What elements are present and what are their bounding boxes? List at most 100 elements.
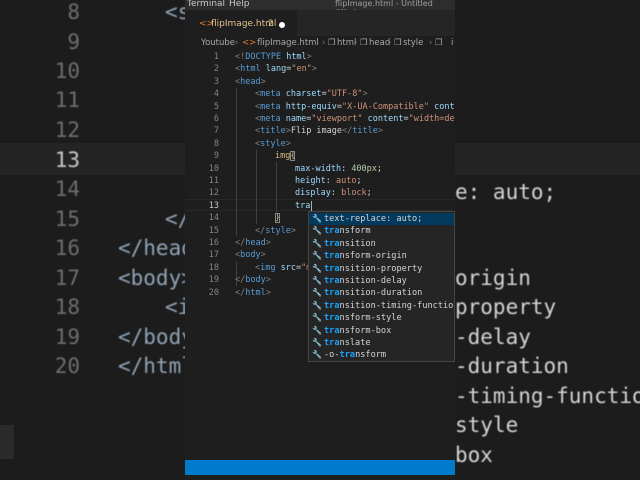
bg-line-number: 16 xyxy=(54,236,80,260)
line-number: 12 xyxy=(208,188,219,199)
bg-scroll-block xyxy=(0,425,14,459)
bg-code-text: </body xyxy=(118,325,194,349)
line-number: 13 xyxy=(208,200,219,211)
code-line-4: <meta charset="UTF-8"> xyxy=(255,89,368,100)
line-number: 18 xyxy=(208,262,219,273)
suggestion-item[interactable]: 🔧 transform-origin xyxy=(309,250,454,262)
line-number: 4 xyxy=(213,89,219,100)
bg-right-text: e: auto; xyxy=(455,180,557,204)
bg-line-number: 18 xyxy=(54,295,80,319)
symbol-icon: ❒ xyxy=(394,38,402,48)
code-line-17: <body> xyxy=(235,250,266,261)
code-line-20: </html> xyxy=(235,287,271,298)
line-number: 11 xyxy=(208,176,219,186)
suggestion-item[interactable]: 🔧 transform-box xyxy=(309,325,454,337)
code-line-1: <!DOCTYPE html> xyxy=(235,52,312,62)
html-file-icon: <> xyxy=(242,38,257,48)
suggestion-widget: 🔧 text-replace: auto; 🔧 transform 🔧 transit… xyxy=(308,211,455,362)
code-line-7: <title>Flip image</title> xyxy=(255,126,383,137)
code-line-15: </style> xyxy=(255,225,296,236)
tab-filename: flipImage.html xyxy=(211,19,277,29)
current-line-highlight xyxy=(185,199,455,211)
chevron-right-icon: › xyxy=(429,38,433,48)
bg-right-text: -duration xyxy=(455,354,569,378)
chevron-right-icon: › xyxy=(235,38,239,48)
menu-item-help[interactable]: Help xyxy=(229,0,250,9)
code-line-9: img{ xyxy=(275,151,296,162)
suggestion-item[interactable]: 🔧 transition xyxy=(309,238,454,250)
suggestion-item[interactable]: 🔧 text-replace: auto; xyxy=(309,213,454,226)
bg-line-number: 15 xyxy=(54,207,80,231)
line-number: 8 xyxy=(213,138,219,149)
line-number: 15 xyxy=(208,225,219,236)
code-line-8: <style> xyxy=(255,138,291,149)
suggestion-item[interactable]: 🔧 transition-timing-function xyxy=(309,300,454,312)
bg-right-text: -delay xyxy=(455,325,531,349)
chevron-right-icon: › xyxy=(388,38,392,48)
code-line-18: <img src="m xyxy=(255,262,312,273)
bg-right-text: box xyxy=(455,443,493,467)
tab-flipimage[interactable]: <> flipImage.html 2 xyxy=(185,10,297,36)
bg-line-number: 10 xyxy=(54,59,80,83)
code-line-12: display: block; xyxy=(295,188,372,199)
menu-item-terminal[interactable]: Terminal xyxy=(187,0,225,9)
line-number: 7 xyxy=(213,126,219,137)
chevron-right-icon: › xyxy=(354,38,358,48)
suggestion-item[interactable]: 🔧 transform xyxy=(309,225,454,237)
bg-line-number: 14 xyxy=(54,177,80,201)
wrench-icon: 🔧 xyxy=(312,276,322,285)
indent-guide xyxy=(256,150,257,224)
breadcrumb-item[interactable]: i xyxy=(451,38,453,48)
line-number: 14 xyxy=(208,213,219,224)
breadcrumb-item[interactable]: style xyxy=(403,38,423,48)
line-number: 10 xyxy=(208,163,219,174)
line-number: 17 xyxy=(208,250,219,261)
bg-right-text: style xyxy=(455,413,519,437)
wrench-icon: 🔧 xyxy=(312,313,322,323)
bg-code-text: </html xyxy=(118,354,194,378)
bg-code-text: <body> xyxy=(118,266,194,290)
suggestion-item[interactable]: 🔧 -o-transform xyxy=(309,349,454,361)
bg-line-number: 9 xyxy=(67,30,80,54)
code-line-19: </body> xyxy=(235,275,271,286)
code-line-6: <meta name="viewport" content="width=dev xyxy=(255,114,455,124)
unsaved-dot-icon[interactable] xyxy=(279,22,285,28)
bg-line-number: 12 xyxy=(54,118,80,142)
indent-guide xyxy=(236,88,237,236)
breadcrumb: Youtube › <> flipImage.html › ❒ html › ❒… xyxy=(185,36,455,52)
code-line-3: <head> xyxy=(235,76,266,87)
suggestion-item[interactable]: 🔧 transition-delay xyxy=(309,275,454,287)
line-number: 20 xyxy=(208,287,219,298)
wrench-icon: 🔧 xyxy=(312,238,322,248)
status-bar xyxy=(185,460,455,475)
menu-bar: Terminal Help flipImage.html - Untitled … xyxy=(185,0,455,17)
wrench-icon: 🔧 xyxy=(312,300,322,310)
wrench-icon: 🔧 xyxy=(312,338,322,347)
tab-bar: <> flipImage.html 2 xyxy=(185,10,455,36)
suggestion-item[interactable]: 🔧 transition-duration xyxy=(309,287,454,299)
suggestion-item[interactable]: 🔧 transition-property xyxy=(309,263,454,275)
code-line-10: max-width: 400px; xyxy=(295,163,383,174)
bg-line-number: 8 xyxy=(67,0,80,24)
wrench-icon: 🔧 xyxy=(312,263,322,273)
bg-line-number: 20 xyxy=(54,354,80,378)
wrench-icon: 🔧 xyxy=(312,288,322,298)
tab-problem-count: 2 xyxy=(268,19,274,29)
bg-line-number: 13 xyxy=(54,148,80,172)
suggestion-item[interactable]: 🔧 translate xyxy=(309,337,454,349)
line-number: 9 xyxy=(213,151,219,162)
bg-line-number: 19 xyxy=(54,325,80,349)
suggestion-item[interactable]: 🔧 transform-style xyxy=(309,312,454,324)
bg-line-number: 17 xyxy=(54,266,80,290)
code-line-13: tra xyxy=(295,200,311,211)
symbol-icon: ❒ xyxy=(360,38,368,48)
bg-right-text: -timing-function xyxy=(455,384,640,408)
wrench-icon: 🔧 xyxy=(312,350,322,360)
line-number: 2 xyxy=(213,64,219,75)
bg-right-text: origin xyxy=(455,266,531,290)
bg-right-text: property xyxy=(455,295,557,319)
wrench-icon: 🔧 xyxy=(312,214,322,223)
breadcrumb-item[interactable]: flipImage.html xyxy=(257,38,319,48)
breadcrumb-item[interactable]: Youtube xyxy=(201,38,235,48)
line-number: 6 xyxy=(213,114,219,124)
